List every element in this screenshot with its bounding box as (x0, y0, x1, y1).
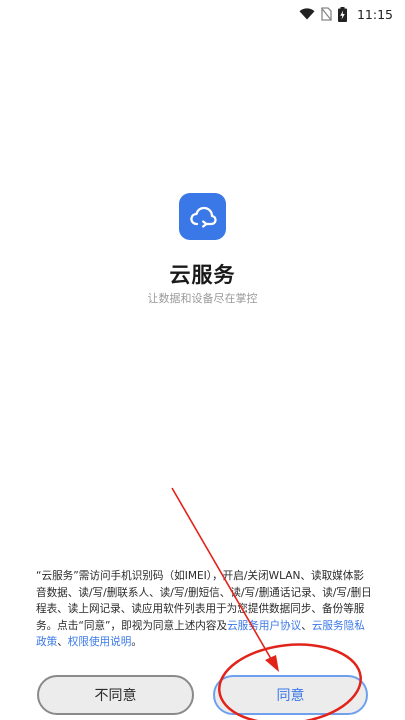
status-bar: 11:15 (0, 0, 405, 28)
app-title: 云服务 (169, 263, 236, 287)
permission-info-link[interactable]: 权限使用说明 (68, 636, 132, 648)
agree-button[interactable]: 同意 (213, 675, 368, 715)
annotation-arrow-head (265, 655, 279, 672)
notice-separator: 、 (301, 619, 312, 632)
battery-charging-icon (337, 6, 347, 22)
disagree-button-label: 不同意 (94, 688, 137, 704)
cloud-sync-icon (179, 193, 226, 240)
notice-end: 。 (131, 636, 142, 648)
disagree-button[interactable]: 不同意 (37, 675, 194, 715)
permission-notice: “云服务”需访问手机识别码（如IMEI），开启/关闭WLAN、读取媒体影音数据、… (36, 568, 372, 651)
app-subtitle: 让数据和设备尽在掌控 (147, 292, 258, 305)
wifi-icon (299, 8, 315, 20)
status-time: 11:15 (356, 6, 393, 22)
user-agreement-link[interactable]: 云服务用户协议 (227, 620, 301, 632)
notice-separator: 、 (57, 636, 68, 648)
no-sim-icon (320, 7, 332, 21)
agree-button-label: 同意 (276, 688, 305, 704)
